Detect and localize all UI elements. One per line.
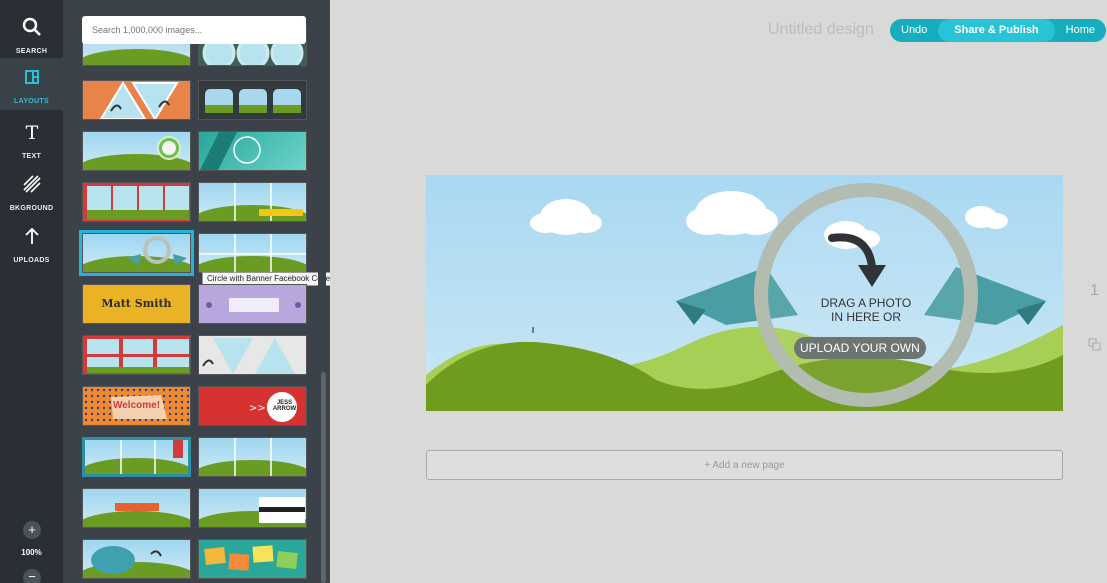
layout-thumbnail[interactable] [82,131,191,171]
layout-preview [120,440,183,474]
image-search-input[interactable] [82,16,306,44]
rail-search-button[interactable]: SEARCH [0,8,63,60]
upload-icon [24,227,39,244]
left-toolbar: SEARCH LAYOUTS T TEXT BKGROUND UPLOADS +… [0,0,63,583]
thumb-jess-text: JESS ARROW [272,400,297,412]
layout-preview [234,438,272,476]
layouts-panel: Circle with Banner Facebook Cover Matt S… [63,0,330,583]
layout-thumbnail[interactable] [198,233,307,273]
layout-preview [127,236,187,266]
layout-preview [259,497,305,523]
layout-preview [87,186,189,220]
zoom-in-button[interactable]: + [23,521,41,539]
layout-thumbnail[interactable] [198,539,307,579]
rail-search-label: SEARCH [15,48,48,55]
layout-preview [202,338,295,374]
layout-thumbnail[interactable] [198,437,307,477]
rail-layouts-button[interactable]: LAYOUTS [0,58,63,110]
layout-preview [234,183,303,221]
rail-background-label: BKGROUND [9,205,54,212]
layout-preview [91,546,162,574]
layout-thumbnail[interactable] [82,539,191,579]
drag-photo-text: DRAG A PHOTO IN HERE OR [786,296,946,324]
layout-thumbnail[interactable] [198,80,307,120]
layout-preview [200,132,261,170]
layout-preview [99,81,179,119]
layout-preview [157,136,181,160]
design-canvas[interactable]: DRAG A PHOTO IN HERE OR UPLOAD YOUR OWN [426,175,1063,411]
panel-scrollbar-thumb[interactable] [321,372,326,583]
layout-thumbnail[interactable] [198,335,307,375]
layout-thumbnail[interactable] [82,80,191,120]
layout-preview [204,545,298,571]
page-number: 1 [1090,282,1099,299]
layout-thumbnail[interactable] [198,131,307,171]
layout-preview [199,234,306,272]
search-icon [22,17,41,36]
layout-preview [206,298,301,312]
drag-line-2: IN HERE OR [830,310,901,324]
rail-layouts-label: LAYOUTS [14,98,49,105]
layout-thumbnail[interactable] [198,488,307,528]
layout-thumbnail[interactable]: >>> JESS ARROW [198,386,307,426]
rail-text-label: TEXT [21,153,42,160]
upload-your-own-button[interactable]: UPLOAD YOUR OWN [794,337,926,359]
design-title[interactable]: Untitled design [768,21,874,39]
thumb-name-text: Matt Smith [101,297,172,310]
layout-thumbnail[interactable]: Welcome! [82,386,191,426]
zoom-out-button[interactable]: − [23,569,41,583]
layout-thumbnail[interactable] [82,335,191,375]
rail-uploads-label: UPLOADS [13,257,50,264]
rail-background-button[interactable]: BKGROUND [0,165,63,217]
rail-uploads-button[interactable]: UPLOADS [0,217,63,269]
text-icon: T [25,122,38,143]
background-icon [22,175,41,193]
undo-button[interactable]: Undo [890,19,938,42]
share-publish-button[interactable]: Share & Publish [938,19,1055,42]
rail-text-button[interactable]: T TEXT [0,113,63,165]
layout-preview [87,339,189,373]
layout-thumbnail-selected[interactable] [79,230,194,276]
layout-thumbnail[interactable] [82,437,191,477]
layout-thumbnail[interactable] [198,284,307,324]
drag-line-1: DRAG A PHOTO [820,296,912,310]
layout-thumbnail[interactable] [82,182,191,222]
layout-preview [205,89,301,113]
layouts-icon [24,70,39,84]
thumb-welcome-text: Welcome! [112,400,161,411]
svg-text:T: T [25,122,38,143]
layout-thumbnail[interactable]: Matt Smith [82,284,191,324]
zoom-level: 100% [21,548,42,557]
canvas-artwork [426,183,1063,411]
header-button-group: Undo Share & Publish Home [890,19,1106,42]
layout-thumbnail[interactable] [82,488,191,528]
layout-preview [115,503,159,511]
add-page-button[interactable]: + Add a new page [426,450,1063,480]
layout-thumbnail[interactable] [198,182,307,222]
home-button[interactable]: Home [1055,19,1106,42]
copy-page-icon[interactable] [1088,338,1102,352]
